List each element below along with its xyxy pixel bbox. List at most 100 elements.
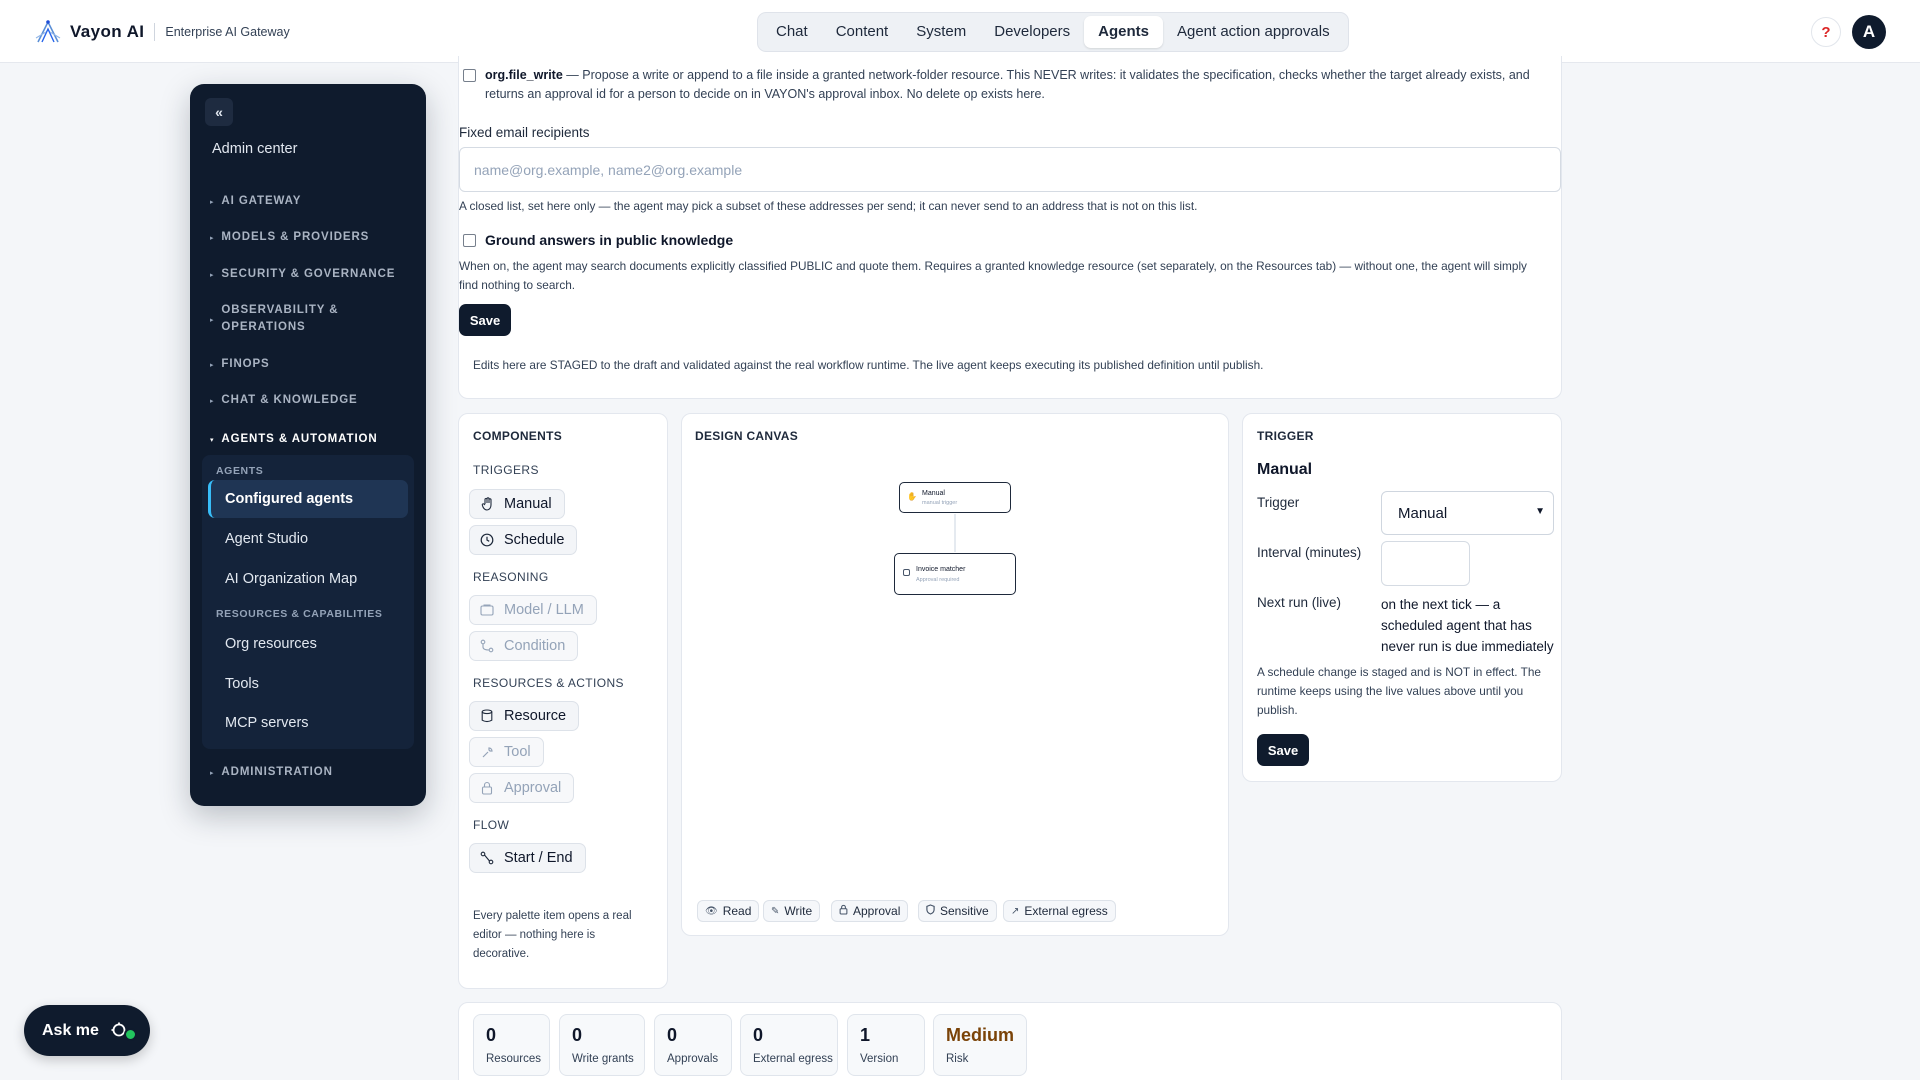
sidebar-item-agent-studio[interactable]: Agent Studio	[208, 520, 408, 558]
file-write-text: — Propose a write or append to a file in…	[485, 68, 1530, 101]
lock-icon	[839, 904, 848, 918]
interval-label: Interval (minutes)	[1257, 545, 1362, 560]
canvas-node-manual[interactable]: ✋ Manual manual trigger	[899, 482, 1011, 513]
components-panel: COMPONENTS TRIGGERS Manual Schedule REAS…	[458, 413, 668, 989]
pencil-icon: ✎	[771, 905, 780, 917]
legend-read: 👁 Read	[697, 900, 760, 922]
top-bar: Vayon AI Enterprise AI Gateway Chat Cont…	[0, 0, 1920, 63]
node-subtitle: Approval required	[916, 577, 960, 583]
trigger-panel: TRIGGER Manual Trigger Manual ▼ Interval…	[1242, 413, 1562, 782]
legend-write: ✎ Write	[763, 900, 821, 922]
sidebar-group-agents: AGENTS Configured agents Agent Studio AI…	[202, 455, 414, 749]
sidebar-section-security-governance[interactable]: ▸ SECURITY & GOVERNANCE	[210, 266, 395, 284]
palette-footer-note: Every palette item opens a real editor —…	[473, 910, 632, 960]
sidebar-section-chat-knowledge[interactable]: ▸ CHAT & KNOWLEDGE	[210, 392, 358, 410]
caret-right-icon: ▸	[210, 199, 215, 206]
sidebar-section-agents-automation[interactable]: ▾ AGENTS & AUTOMATION	[210, 431, 378, 449]
palette-condition[interactable]: Condition	[469, 631, 579, 661]
palette-schedule[interactable]: Schedule	[469, 525, 578, 555]
sidebar-item-tools[interactable]: Tools	[208, 665, 408, 703]
palette-tool[interactable]: Tool	[469, 737, 544, 767]
section-label: SECURITY & GOVERNANCE	[221, 268, 396, 280]
ask-me-label: Ask me	[42, 1021, 99, 1039]
stat-label: Approvals	[667, 1053, 719, 1065]
palette-model-llm[interactable]: Model / LLM	[469, 595, 597, 625]
palette-start-end[interactable]: Start / End	[469, 843, 586, 873]
agent-node-icon	[903, 569, 910, 576]
agent-settings-panel	[458, 56, 1562, 399]
arrow-up-right-icon: ↗	[1011, 905, 1020, 917]
caret-down-icon: ▾	[210, 437, 215, 444]
section-label: FINOPS	[221, 358, 270, 370]
chip-label: Model / LLM	[504, 602, 584, 618]
ground-knowledge-checkbox[interactable]	[463, 234, 476, 247]
trigger-label: Trigger	[1257, 495, 1300, 510]
next-run-label: Next run (live)	[1257, 595, 1342, 610]
file-write-checkbox[interactable]	[463, 69, 476, 82]
stat-version: 1 Version	[847, 1014, 925, 1076]
save-settings-button[interactable]: Save	[459, 304, 511, 336]
stat-value: 1	[860, 1025, 871, 1045]
brand[interactable]: Vayon AI Enterprise AI Gateway	[34, 18, 290, 46]
brand-name: Vayon AI	[70, 22, 145, 41]
tab-developers[interactable]: Developers	[980, 16, 1084, 48]
caret-right-icon: ▸	[210, 770, 215, 777]
staged-note: Edits here are STAGED to the draft and v…	[473, 358, 1264, 372]
tab-agent-action-approvals[interactable]: Agent action approvals	[1163, 16, 1344, 48]
sidebar-item-mcp-servers[interactable]: MCP servers	[208, 704, 408, 742]
chip-label: Schedule	[504, 532, 565, 548]
email-recipients-input[interactable]: name@org.example, name2@org.example	[459, 147, 1561, 192]
hand-icon	[480, 497, 494, 511]
sidebar-section-models-providers[interactable]: ▸ MODELS & PROVIDERS	[210, 229, 369, 247]
category-reasoning: REASONING	[473, 570, 549, 584]
stat-value: 0	[572, 1025, 583, 1045]
node-title: Manual	[922, 490, 945, 497]
avatar[interactable]: A	[1852, 15, 1886, 49]
hand-icon: ✋	[907, 492, 917, 501]
section-label: CHAT & KNOWLEDGE	[221, 394, 358, 406]
sidebar-section-observability-operations[interactable]: ▸ OBSERVABILITY & OPERATIONS	[210, 302, 360, 336]
legend-label: External egress	[1024, 904, 1108, 918]
collapse-sidebar-button[interactable]: «	[205, 98, 233, 126]
sidebar-section-administration[interactable]: ▸ ADMINISTRATION	[210, 764, 333, 782]
sidebar-section-finops[interactable]: ▸ FINOPS	[210, 356, 270, 374]
category-resources-actions: RESOURCES & ACTIONS	[473, 676, 624, 690]
node-subtitle: manual trigger	[922, 500, 958, 506]
stat-external-egress: 0 External egress	[740, 1014, 838, 1076]
trigger-select[interactable]: Manual ▼	[1381, 491, 1554, 535]
sidebar-item-configured-agents[interactable]: Configured agents	[208, 480, 408, 518]
eye-icon: 👁	[705, 905, 718, 917]
canvas-node-invoice-matcher[interactable]: Invoice matcher Approval required	[894, 553, 1016, 595]
ask-me-button[interactable]: Ask me	[24, 1005, 150, 1056]
palette-resource[interactable]: Resource	[469, 701, 580, 731]
lock-icon	[480, 781, 494, 795]
section-label: MODELS & PROVIDERS	[221, 231, 370, 243]
stat-label: Version	[860, 1053, 899, 1065]
schedule-staged-note: A schedule change is staged and is NOT i…	[1257, 665, 1541, 717]
sidebar-section-ai-gateway[interactable]: ▸ AI GATEWAY	[210, 193, 301, 211]
palette-approval[interactable]: Approval	[469, 773, 575, 803]
section-label: AGENTS & AUTOMATION	[221, 433, 378, 445]
sidebar-item-org-resources[interactable]: Org resources	[208, 625, 408, 663]
palette-manual[interactable]: Manual	[469, 489, 565, 519]
chip-label: Start / End	[504, 850, 573, 866]
tab-agents[interactable]: Agents	[1084, 16, 1163, 48]
stat-label: Risk	[946, 1053, 969, 1065]
help-button[interactable]: ?	[1811, 17, 1841, 47]
interval-input[interactable]	[1381, 541, 1470, 586]
design-canvas-panel: DESIGN CANVAS ✋ Manual manual trigger In…	[681, 413, 1229, 936]
caret-right-icon: ▸	[210, 235, 215, 242]
caret-right-icon: ▸	[210, 362, 215, 369]
ground-knowledge-label: Ground answers in public knowledge	[485, 232, 734, 248]
category-triggers: TRIGGERS	[473, 463, 539, 477]
online-status-dot	[124, 1028, 137, 1041]
stat-resources: 0 Resources	[473, 1014, 550, 1076]
tab-system[interactable]: System	[902, 16, 980, 48]
save-trigger-button[interactable]: Save	[1257, 734, 1309, 766]
top-nav: Chat Content System Developers Agents Ag…	[757, 12, 1349, 52]
clock-icon	[480, 533, 494, 547]
sidebar-item-ai-organization-map[interactable]: AI Organization Map	[208, 560, 408, 598]
tab-content[interactable]: Content	[822, 16, 903, 48]
tab-chat[interactable]: Chat	[762, 16, 822, 48]
branch-icon	[480, 639, 494, 653]
